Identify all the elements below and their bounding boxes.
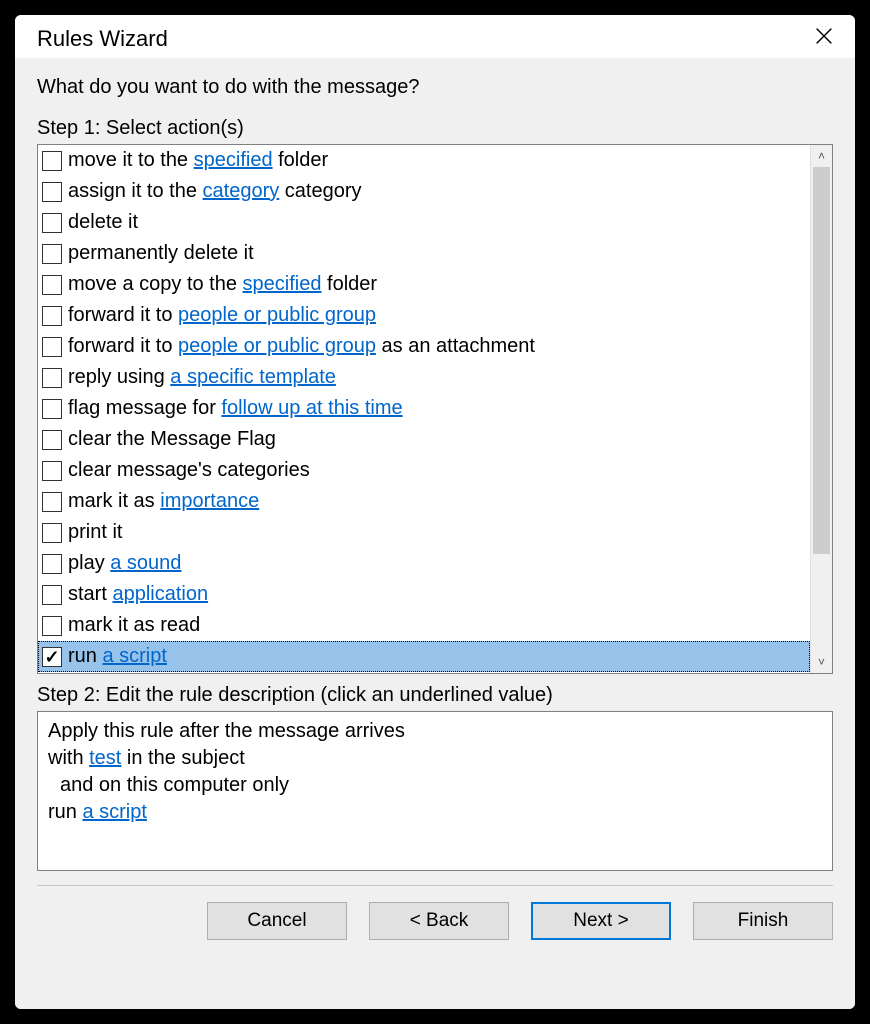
action-row[interactable]: start application: [38, 579, 810, 610]
action-row[interactable]: clear message's categories: [38, 455, 810, 486]
action-checkbox[interactable]: [42, 399, 62, 419]
step1-label: Step 1: Select action(s): [37, 117, 833, 140]
desc-link-subject[interactable]: test: [89, 747, 121, 769]
back-button[interactable]: < Back: [369, 902, 509, 940]
action-link[interactable]: a sound: [110, 552, 181, 574]
action-label: permanently delete it: [68, 239, 254, 268]
action-link[interactable]: application: [112, 583, 208, 605]
action-row[interactable]: flag message for follow up at this time: [38, 393, 810, 424]
action-checkbox[interactable]: [42, 492, 62, 512]
finish-button[interactable]: Finish: [693, 902, 833, 940]
action-checkbox[interactable]: [42, 151, 62, 171]
action-link[interactable]: specified: [243, 273, 322, 295]
action-label: run a script: [68, 642, 167, 671]
scroll-up-icon[interactable]: ˄: [811, 145, 832, 167]
scrollbar[interactable]: ˄ ˅: [810, 145, 832, 673]
action-checkbox[interactable]: [42, 213, 62, 233]
action-link[interactable]: a specific template: [170, 366, 336, 388]
action-row[interactable]: play a sound: [38, 548, 810, 579]
action-row[interactable]: mark it as importance: [38, 486, 810, 517]
action-row[interactable]: mark it as read: [38, 610, 810, 641]
action-checkbox[interactable]: [42, 430, 62, 450]
action-row[interactable]: assign it to the category category: [38, 176, 810, 207]
action-link[interactable]: specified: [194, 149, 273, 171]
action-label: assign it to the category category: [68, 177, 362, 206]
action-link[interactable]: follow up at this time: [221, 397, 402, 419]
action-row[interactable]: clear the Message Flag: [38, 424, 810, 455]
rules-wizard-dialog: Rules Wizard What do you want to do with…: [15, 15, 855, 1009]
scroll-down-icon[interactable]: ˅: [811, 651, 832, 673]
cancel-button[interactable]: Cancel: [207, 902, 347, 940]
action-checkbox[interactable]: [42, 368, 62, 388]
action-checkbox[interactable]: [42, 244, 62, 264]
action-row[interactable]: reply using a specific template: [38, 362, 810, 393]
action-row[interactable]: delete it: [38, 207, 810, 238]
titlebar: Rules Wizard: [15, 15, 855, 58]
action-checkbox[interactable]: [42, 647, 62, 667]
action-label: clear message's categories: [68, 456, 310, 485]
action-label: start application: [68, 580, 208, 609]
action-link[interactable]: category: [203, 180, 280, 202]
scroll-thumb[interactable]: [813, 167, 830, 554]
step2-label: Step 2: Edit the rule description (click…: [37, 684, 833, 707]
desc-link-script[interactable]: a script: [82, 801, 146, 823]
desc-line: with test in the subject: [48, 745, 822, 772]
action-label: reply using a specific template: [68, 363, 336, 392]
rule-description-box: Apply this rule after the message arrive…: [37, 711, 833, 871]
desc-line: run a script: [48, 799, 822, 826]
action-checkbox[interactable]: [42, 523, 62, 543]
question-label: What do you want to do with the message?: [37, 76, 833, 99]
action-checkbox[interactable]: [42, 306, 62, 326]
action-label: move it to the specified folder: [68, 146, 328, 175]
action-checkbox[interactable]: [42, 554, 62, 574]
scroll-track[interactable]: [811, 167, 832, 651]
action-label: clear the Message Flag: [68, 425, 276, 454]
action-checkbox[interactable]: [42, 337, 62, 357]
action-link[interactable]: people or public group: [178, 335, 376, 357]
action-link[interactable]: people or public group: [178, 304, 376, 326]
action-checkbox[interactable]: [42, 585, 62, 605]
action-label: mark it as importance: [68, 487, 259, 516]
action-row[interactable]: run a script: [38, 641, 810, 672]
action-label: print it: [68, 518, 122, 547]
action-label: forward it to people or public group as …: [68, 332, 535, 361]
action-row[interactable]: print it: [38, 517, 810, 548]
action-row[interactable]: forward it to people or public group: [38, 300, 810, 331]
next-button[interactable]: Next >: [531, 902, 671, 940]
action-row[interactable]: stop processing more rules: [38, 672, 810, 673]
action-row[interactable]: move a copy to the specified folder: [38, 269, 810, 300]
action-label: delete it: [68, 208, 138, 237]
action-checkbox[interactable]: [42, 461, 62, 481]
actions-container: move it to the specified folderassign it…: [37, 144, 833, 674]
action-checkbox[interactable]: [42, 182, 62, 202]
separator: [37, 885, 833, 886]
actions-list[interactable]: move it to the specified folderassign it…: [38, 145, 810, 673]
dialog-body: What do you want to do with the message?…: [15, 58, 855, 1009]
button-bar: Cancel < Back Next > Finish: [37, 902, 833, 962]
action-label: mark it as read: [68, 611, 200, 640]
action-row[interactable]: permanently delete it: [38, 238, 810, 269]
dialog-title: Rules Wizard: [37, 26, 168, 52]
action-label: flag message for follow up at this time: [68, 394, 403, 423]
close-icon[interactable]: [813, 25, 835, 52]
action-checkbox[interactable]: [42, 616, 62, 636]
desc-line: and on this computer only: [48, 772, 822, 799]
action-link[interactable]: a script: [102, 645, 166, 667]
action-checkbox[interactable]: [42, 275, 62, 295]
action-row[interactable]: move it to the specified folder: [38, 145, 810, 176]
action-row[interactable]: forward it to people or public group as …: [38, 331, 810, 362]
step2-section: Step 2: Edit the rule description (click…: [37, 684, 833, 871]
action-label: forward it to people or public group: [68, 301, 376, 330]
desc-line: Apply this rule after the message arrive…: [48, 718, 822, 745]
action-link[interactable]: importance: [160, 490, 259, 512]
action-label: move a copy to the specified folder: [68, 270, 377, 299]
action-label: play a sound: [68, 549, 181, 578]
